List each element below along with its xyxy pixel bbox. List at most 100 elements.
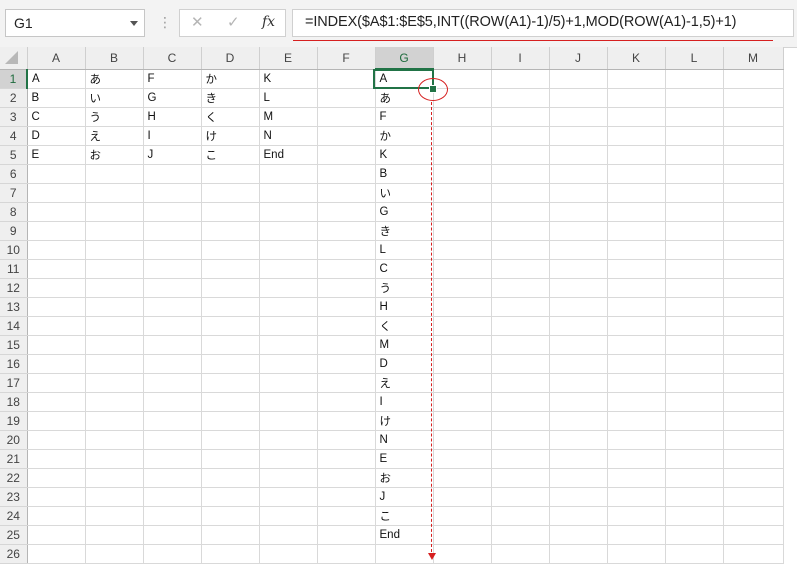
cell[interactable]: K — [259, 69, 318, 89]
cell[interactable] — [317, 202, 376, 222]
cell[interactable]: F — [143, 69, 202, 89]
cell[interactable] — [85, 335, 144, 355]
row-header[interactable]: 13 — [0, 297, 28, 317]
row-header[interactable]: 24 — [0, 506, 28, 526]
cell[interactable] — [433, 297, 492, 317]
cell[interactable] — [201, 468, 260, 488]
cell[interactable]: L — [259, 88, 318, 108]
row-header[interactable]: 16 — [0, 354, 28, 374]
cell[interactable] — [491, 506, 550, 526]
cell[interactable] — [201, 259, 260, 279]
cell[interactable] — [433, 373, 492, 393]
cell[interactable] — [201, 525, 260, 545]
cell[interactable] — [27, 221, 86, 241]
cell[interactable] — [665, 297, 724, 317]
cell[interactable] — [607, 164, 666, 184]
cell[interactable] — [549, 487, 608, 507]
cell[interactable] — [549, 145, 608, 165]
cell[interactable] — [317, 449, 376, 469]
cell[interactable] — [27, 411, 86, 431]
cell[interactable] — [259, 297, 318, 317]
cell[interactable] — [27, 430, 86, 450]
cell[interactable] — [143, 164, 202, 184]
cell[interactable] — [201, 411, 260, 431]
cell[interactable]: G — [375, 202, 434, 222]
cell[interactable] — [317, 373, 376, 393]
cell[interactable] — [317, 335, 376, 355]
cell[interactable] — [491, 259, 550, 279]
cell[interactable] — [201, 506, 260, 526]
cell[interactable] — [85, 449, 144, 469]
cell[interactable]: K — [375, 145, 434, 165]
cell[interactable] — [607, 221, 666, 241]
cell[interactable] — [665, 278, 724, 298]
cell[interactable] — [723, 88, 784, 108]
cell[interactable] — [317, 430, 376, 450]
cell[interactable] — [259, 487, 318, 507]
cell[interactable] — [665, 392, 724, 412]
cell[interactable] — [143, 259, 202, 279]
row-header[interactable]: 10 — [0, 240, 28, 260]
row-header[interactable]: 26 — [0, 544, 28, 564]
row-header[interactable]: 12 — [0, 278, 28, 298]
cell[interactable] — [549, 525, 608, 545]
cell[interactable] — [433, 259, 492, 279]
cell[interactable] — [85, 240, 144, 260]
cell[interactable] — [143, 335, 202, 355]
column-header[interactable]: F — [317, 47, 376, 70]
cell[interactable]: M — [259, 107, 318, 127]
cell[interactable] — [433, 202, 492, 222]
cell[interactable] — [607, 354, 666, 374]
cell[interactable] — [143, 373, 202, 393]
cell[interactable] — [201, 164, 260, 184]
cell[interactable] — [201, 430, 260, 450]
cell[interactable] — [723, 468, 784, 488]
cell[interactable] — [433, 487, 492, 507]
cell[interactable] — [143, 487, 202, 507]
cell[interactable] — [201, 202, 260, 222]
cell[interactable] — [317, 506, 376, 526]
cell[interactable] — [143, 202, 202, 222]
cell[interactable] — [665, 240, 724, 260]
cell[interactable] — [665, 544, 724, 564]
cell[interactable] — [723, 107, 784, 127]
cell[interactable] — [317, 183, 376, 203]
cell[interactable] — [259, 373, 318, 393]
cell[interactable] — [607, 183, 666, 203]
formula-input[interactable]: =INDEX($A$1:$E$5,INT((ROW(A1)-1)/5)+1,MO… — [292, 9, 794, 41]
cell[interactable] — [723, 487, 784, 507]
cell[interactable]: J — [375, 487, 434, 507]
cell[interactable] — [143, 316, 202, 336]
cell[interactable] — [433, 183, 492, 203]
cell[interactable] — [259, 392, 318, 412]
row-header[interactable]: 25 — [0, 525, 28, 545]
row-header[interactable]: 14 — [0, 316, 28, 336]
cell[interactable]: お — [85, 145, 144, 165]
cell[interactable] — [433, 240, 492, 260]
cell[interactable] — [85, 316, 144, 336]
column-header[interactable]: I — [491, 47, 550, 70]
cell[interactable] — [723, 183, 784, 203]
row-header[interactable]: 15 — [0, 335, 28, 355]
cell[interactable] — [27, 259, 86, 279]
cell[interactable] — [85, 278, 144, 298]
cell[interactable] — [143, 430, 202, 450]
cell[interactable] — [317, 145, 376, 165]
cell[interactable] — [549, 107, 608, 127]
cell[interactable] — [607, 69, 666, 89]
cell[interactable] — [433, 468, 492, 488]
cell[interactable]: E — [375, 449, 434, 469]
cell[interactable] — [665, 487, 724, 507]
cell[interactable] — [723, 392, 784, 412]
cell[interactable]: J — [143, 145, 202, 165]
cell[interactable]: G — [143, 88, 202, 108]
cell[interactable] — [259, 335, 318, 355]
fill-handle[interactable] — [429, 85, 437, 93]
cell[interactable] — [665, 411, 724, 431]
cell[interactable] — [607, 373, 666, 393]
cell[interactable] — [201, 449, 260, 469]
cell[interactable] — [665, 164, 724, 184]
cell[interactable] — [665, 468, 724, 488]
cell[interactable]: う — [85, 107, 144, 127]
cell[interactable] — [491, 411, 550, 431]
